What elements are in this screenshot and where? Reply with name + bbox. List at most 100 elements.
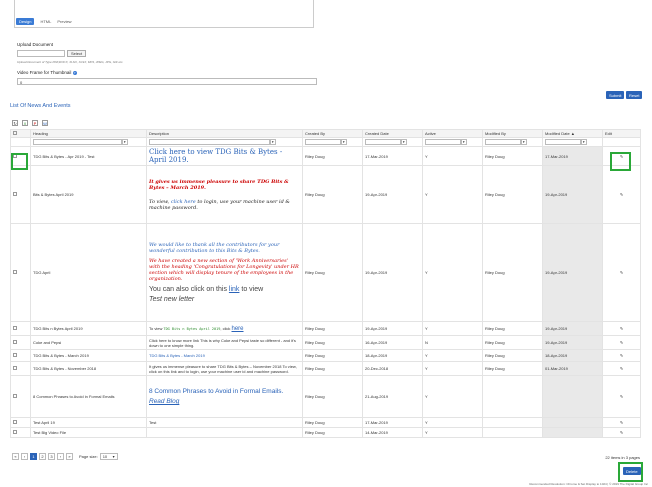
filter-icon: ▼ <box>520 139 527 145</box>
filter-active[interactable]: ▼ <box>422 137 483 147</box>
row-description: We would like to thank all the contribut… <box>146 223 303 322</box>
table-row: TDG Bits & Bytes - Apr 2019 - Test Click… <box>10 146 641 166</box>
col-description[interactable]: Description <box>146 129 303 138</box>
row-description: Test <box>146 417 303 428</box>
word-export-icon[interactable]: W <box>42 120 48 126</box>
row-created-by: Riley Doug <box>302 427 363 438</box>
tab-design[interactable]: Design <box>16 17 35 25</box>
row-checkbox[interactable] <box>13 394 17 398</box>
excel-export-icon[interactable]: X <box>22 120 28 126</box>
row-created-by: Riley Doug <box>302 417 363 428</box>
upload-hint: Upload Document of Type PDF,DOCX, XLSX, … <box>17 60 124 64</box>
upload-file-input[interactable] <box>17 50 65 57</box>
page-size-select[interactable]: 10 ▾ <box>99 453 118 460</box>
row-active: Y <box>422 223 483 322</box>
filter-icon: ▼ <box>269 139 276 145</box>
page-1-button[interactable]: 1 <box>30 453 37 460</box>
read-blog-link[interactable]: Read Blog <box>149 398 300 405</box>
tab-preview[interactable]: Preview <box>57 19 71 24</box>
view-link[interactable]: link <box>229 286 240 293</box>
description-link[interactable]: Click here to view TDG Bits & Bytes - Ap… <box>149 148 282 164</box>
refresh-icon[interactable]: ↻ <box>12 120 18 126</box>
filter-icon: ▼ <box>340 139 347 145</box>
edit-pencil-icon[interactable]: ✎ <box>602 223 641 322</box>
row-modified-by: Riley Doug <box>482 223 543 322</box>
pdf-export-icon[interactable]: P <box>32 120 38 126</box>
row-checkbox[interactable] <box>13 430 17 434</box>
highlight-edit-icon <box>610 152 631 171</box>
next-page-button[interactable]: › <box>57 453 64 460</box>
table-row: TDG April We would like to thank all the… <box>10 223 641 322</box>
row-heading: Test April 19 <box>30 417 147 428</box>
tab-html[interactable]: HTML <box>40 19 51 24</box>
first-page-button[interactable]: « <box>12 453 19 460</box>
row-modified-by <box>482 375 543 418</box>
row-active: Y <box>422 417 483 428</box>
row-created-date: 17-Mar-2019 <box>362 146 423 166</box>
col-modified-by[interactable]: Modified By <box>482 129 543 138</box>
row-modified-date <box>542 427 603 438</box>
edit-pencil-icon[interactable]: ✎ <box>602 417 641 428</box>
col-created-date[interactable]: Created Date <box>362 129 423 138</box>
select-file-button[interactable]: Select <box>67 50 87 57</box>
page-3-button[interactable]: 3 <box>48 453 55 460</box>
edit-pencil-icon[interactable]: ✎ <box>602 375 641 418</box>
row-modified-by: Riley Doug <box>482 335 543 350</box>
row-description: To view TDG Bits n Bytes April 2019, cli… <box>146 321 303 336</box>
upload-label: Upload Document <box>17 42 54 47</box>
col-active[interactable]: Active <box>422 129 483 138</box>
reset-button[interactable]: Reset <box>626 91 643 99</box>
description-link[interactable]: TDG Bits & Bytes - March 2019 <box>149 353 205 358</box>
filter-created-date[interactable]: ▼ <box>362 137 423 147</box>
last-page-button[interactable]: » <box>66 453 73 460</box>
row-description: It gives us immense pleasure to share TD… <box>146 361 303 376</box>
row-modified-by <box>482 417 543 428</box>
edit-pencil-icon[interactable]: ✎ <box>602 165 641 224</box>
row-checkbox[interactable] <box>13 326 17 330</box>
submit-button[interactable]: Submit <box>606 91 625 99</box>
grid-toolbar: ↻ X P W <box>12 120 48 126</box>
here-link[interactable]: here <box>232 326 244 332</box>
row-checkbox[interactable] <box>13 420 17 424</box>
row-active: Y <box>422 146 483 166</box>
filter-description[interactable]: ▼ <box>146 137 303 147</box>
col-modified-date[interactable]: Modified Date ▲ <box>542 129 603 138</box>
filter-modified-date[interactable]: ▼ <box>542 137 603 147</box>
row-checkbox[interactable] <box>13 270 17 274</box>
col-heading[interactable]: Heading <box>30 129 147 138</box>
row-heading: TDG April <box>30 223 147 322</box>
edit-pencil-icon[interactable]: ✎ <box>602 361 641 376</box>
filter-icon: ▼ <box>400 139 407 145</box>
filter-heading[interactable]: ▼ <box>30 137 147 147</box>
row-checkbox[interactable] <box>13 353 17 357</box>
help-icon[interactable]: ? <box>72 71 77 75</box>
edit-pencil-icon[interactable]: ✎ <box>602 321 641 336</box>
row-created-by: Riley Doug <box>302 375 363 418</box>
row-modified-by: Riley Doug <box>482 321 543 336</box>
page-2-button[interactable]: 2 <box>39 453 46 460</box>
row-checkbox[interactable] <box>13 340 17 344</box>
select-all-header[interactable] <box>10 129 31 138</box>
row-active: Y <box>422 165 483 224</box>
footer-text: Recommended Resolution: Chrome & Set Dis… <box>529 482 648 486</box>
row-created-date: 20-Dec-2018 <box>362 361 423 376</box>
thumbnail-frame-input[interactable]: 0 <box>17 78 317 85</box>
row-created-date: 19-Apr-2019 <box>362 321 423 336</box>
row-checkbox[interactable] <box>13 192 17 196</box>
row-modified-date: 01-Mar-2019 <box>542 361 603 376</box>
row-modified-by <box>482 427 543 438</box>
row-created-date: 21-Aug-2019 <box>362 375 423 418</box>
filter-icon: ▼ <box>460 139 467 145</box>
select-all-checkbox[interactable] <box>13 131 17 135</box>
row-checkbox[interactable] <box>13 366 17 370</box>
filter-created-by[interactable]: ▼ <box>302 137 363 147</box>
filter-modified-by[interactable]: ▼ <box>482 137 543 147</box>
col-created-by[interactable]: Created By <box>302 129 363 138</box>
prev-page-button[interactable]: ‹ <box>21 453 28 460</box>
row-heading: TDG Bits & Bytes - Apr 2019 - Test <box>30 146 147 166</box>
row-created-date: 18-Apr-2019 <box>362 349 423 362</box>
edit-pencil-icon[interactable]: ✎ <box>602 335 641 350</box>
edit-pencil-icon[interactable]: ✎ <box>602 349 641 362</box>
filter-icon: ▼ <box>580 139 587 145</box>
edit-pencil-icon[interactable]: ✎ <box>602 427 641 438</box>
